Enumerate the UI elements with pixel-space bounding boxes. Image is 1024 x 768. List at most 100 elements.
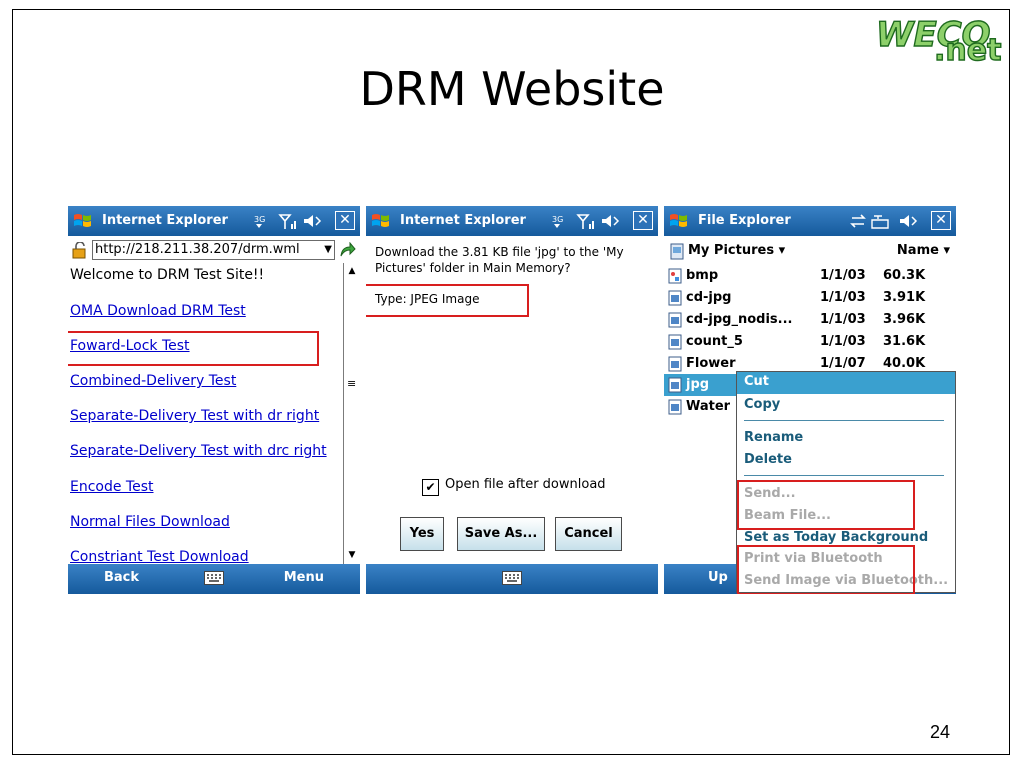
file-name: count_5 <box>686 334 743 349</box>
back-softkey[interactable]: Back <box>104 570 139 585</box>
image-file-icon <box>668 377 682 393</box>
link-separate-delivery-drc[interactable]: Separate-Delivery Test with drc right <box>70 443 327 459</box>
menu-item-copy[interactable]: Copy <box>744 397 780 412</box>
windows-flag-icon[interactable] <box>371 212 391 230</box>
windows-flag-icon[interactable] <box>73 212 93 230</box>
padlock-icon <box>72 242 86 259</box>
menu-separator <box>744 475 944 476</box>
weco-logo: WECO .net <box>875 14 1002 66</box>
file-size: 3.96K <box>883 312 926 327</box>
menu-item-rename[interactable]: Rename <box>744 430 803 445</box>
file-date: 1/1/03 <box>820 312 866 327</box>
file-row[interactable]: bmp 1/1/03 60.3K <box>664 265 956 287</box>
window-title: Internet Explorer <box>102 213 228 228</box>
close-button[interactable]: ✕ <box>335 211 355 230</box>
page-number: 24 <box>930 722 951 742</box>
link-encode-test[interactable]: Encode Test <box>70 479 154 495</box>
link-oma-download[interactable]: OMA Download DRM Test <box>70 303 246 319</box>
phone-file-explorer: File Explorer ✕ My Pictures ▾ Name ▾ bmp… <box>664 206 956 594</box>
image-file-icon <box>668 399 682 415</box>
file-row[interactable]: count_5 1/1/03 31.6K <box>664 331 956 353</box>
download-message: Download the 3.81 KB file 'jpg' to the '… <box>375 245 624 275</box>
file-name: Water <box>686 399 731 414</box>
image-file-icon <box>668 312 682 328</box>
menu-item-delete[interactable]: Delete <box>744 452 792 467</box>
file-date: 1/1/07 <box>820 356 866 371</box>
file-row[interactable]: cd-jpg_nodis... 1/1/03 3.96K <box>664 309 956 331</box>
svg-text:3G: 3G <box>552 215 563 224</box>
title-bar: File Explorer ✕ <box>664 206 956 236</box>
highlight-box <box>366 284 529 317</box>
folder-header: My Pictures ▾ Name ▾ <box>664 239 956 263</box>
scroll-down-arrow-icon[interactable]: ▼ <box>345 548 359 563</box>
image-file-icon <box>668 334 682 350</box>
title-bar: Internet Explorer 3G ✕ <box>68 206 360 236</box>
bmp-file-icon <box>668 268 682 284</box>
menu-separator <box>744 420 944 421</box>
file-name: jpg <box>686 377 710 392</box>
menu-softkey[interactable]: Menu <box>284 570 324 585</box>
keyboard-icon[interactable] <box>502 571 522 585</box>
dropdown-arrow-icon[interactable]: ▼ <box>324 241 332 259</box>
up-softkey[interactable]: Up <box>708 570 728 585</box>
file-size: 3.91K <box>883 290 926 305</box>
svg-text:3G: 3G <box>254 215 265 224</box>
keyboard-icon[interactable] <box>204 571 224 585</box>
menu-item-cut[interactable]: Cut <box>737 372 955 394</box>
highlight-box <box>68 331 319 366</box>
title-bar: Internet Explorer 3G ✕ <box>366 206 658 236</box>
close-button[interactable]: ✕ <box>633 211 653 230</box>
highlight-box <box>737 480 915 530</box>
file-name: bmp <box>686 268 719 283</box>
window-title: File Explorer <box>698 213 791 228</box>
link-normal-files[interactable]: Normal Files Download <box>70 514 230 530</box>
link-separate-delivery-dr[interactable]: Separate-Delivery Test with dr right <box>70 408 319 424</box>
address-row: http://218.211.38.207/drm.wml ▼ <box>68 237 360 261</box>
cancel-button[interactable]: Cancel <box>555 517 622 551</box>
vertical-scrollbar[interactable]: ▲ ≡ ▼ <box>343 263 360 564</box>
status-icons[interactable]: 3G <box>254 212 332 230</box>
save-as-button[interactable]: Save As... <box>457 517 545 551</box>
phone-internet-explorer-page: Internet Explorer 3G ✕ http://218.211.38… <box>68 206 360 594</box>
open-after-download-checkbox[interactable]: ✔ <box>422 479 439 496</box>
address-text: http://218.211.38.207/drm.wml <box>95 242 300 257</box>
slide-title: DRM Website <box>359 62 665 116</box>
soft-key-bar: Back Menu <box>68 564 360 594</box>
status-icons[interactable]: 3G <box>552 212 630 230</box>
open-after-download-row[interactable]: ✔ Open file after download <box>422 477 606 496</box>
image-file-icon <box>668 290 682 306</box>
sort-dropdown[interactable]: Name ▾ <box>897 243 950 258</box>
soft-key-bar <box>366 564 658 594</box>
menu-item-set-background[interactable]: Set as Today Background <box>744 530 928 545</box>
checkbox-label: Open file after download <box>445 477 606 492</box>
file-date: 1/1/03 <box>820 290 866 305</box>
scroll-grip-icon[interactable]: ≡ <box>347 377 356 390</box>
windows-flag-icon[interactable] <box>669 212 689 230</box>
image-file-icon <box>668 356 682 372</box>
go-arrow-icon[interactable] <box>339 242 356 258</box>
file-size: 31.6K <box>883 334 926 349</box>
close-button[interactable]: ✕ <box>931 211 951 230</box>
status-icons[interactable] <box>850 212 928 230</box>
file-name: Flower <box>686 356 736 371</box>
window-title: Internet Explorer <box>400 213 526 228</box>
file-row[interactable]: cd-jpg 1/1/03 3.91K <box>664 287 956 309</box>
phone-download-dialog: Internet Explorer 3G ✕ Download the 3.81… <box>366 206 658 594</box>
file-date: 1/1/03 <box>820 334 866 349</box>
link-constraint-test[interactable]: Constriant Test Download <box>70 549 249 563</box>
folder-name: My Pictures <box>688 243 775 258</box>
pictures-folder-icon <box>670 243 684 260</box>
file-date: 1/1/03 <box>820 268 866 283</box>
link-combined-delivery[interactable]: Combined-Delivery Test <box>70 373 236 389</box>
sort-label: Name <box>896 243 939 258</box>
web-page-content: Welcome to DRM Test Site!! OMA Download … <box>68 263 342 563</box>
welcome-text: Welcome to DRM Test Site!! <box>70 267 265 283</box>
address-input[interactable]: http://218.211.38.207/drm.wml ▼ <box>92 240 335 260</box>
file-size: 40.0K <box>883 356 926 371</box>
scroll-up-arrow-icon[interactable]: ▲ <box>345 264 359 279</box>
folder-dropdown[interactable]: My Pictures ▾ <box>688 243 785 258</box>
file-name: cd-jpg <box>686 290 732 305</box>
yes-button[interactable]: Yes <box>400 517 444 551</box>
file-name: cd-jpg_nodis... <box>686 312 793 327</box>
file-size: 60.3K <box>883 268 926 283</box>
